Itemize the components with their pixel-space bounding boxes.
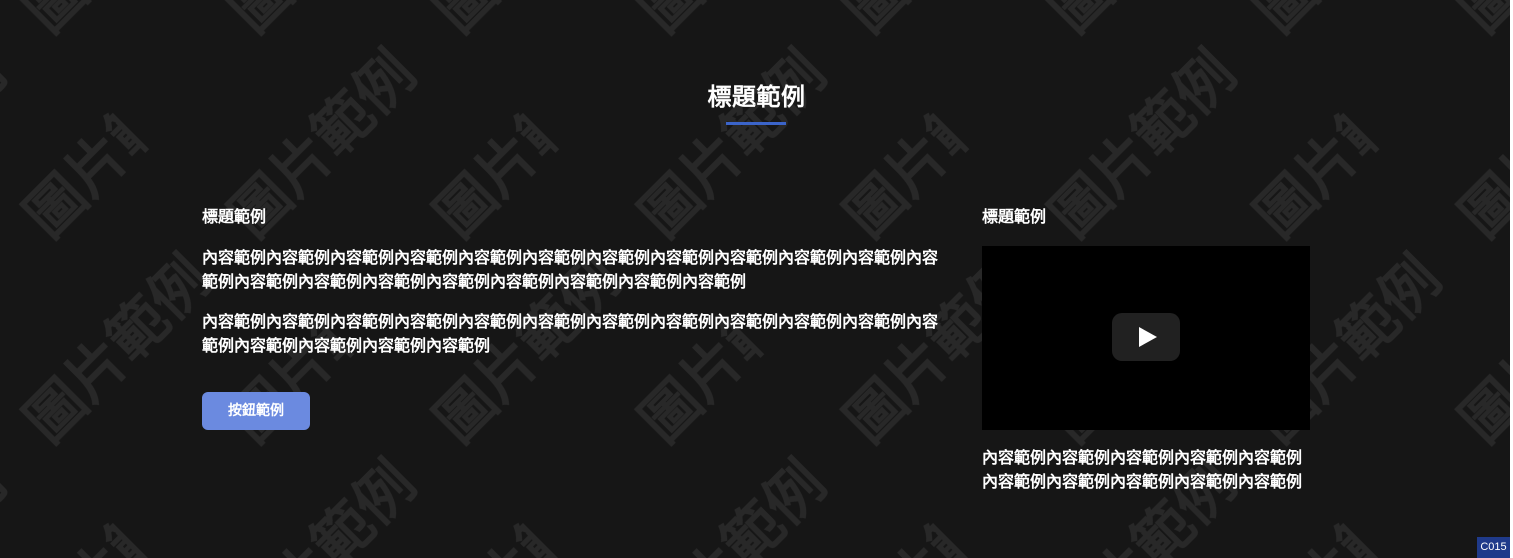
video-caption-line: 內容範例內容範例內容範例內容範例內容範例	[982, 448, 1303, 467]
play-button[interactable]	[1112, 313, 1180, 361]
page-code-badge: C015	[1477, 537, 1510, 558]
content-paragraph: 內容範例內容範例內容範例內容範例內容範例內容範例內容範例內容範例內容範例內容範例…	[202, 248, 939, 291]
video-caption: 內容範例內容範例內容範例內容範例內容範例 內容範例內容範例內容範例內容範例內容範…	[982, 446, 1312, 494]
section-title: 標題範例	[707, 83, 806, 111]
video-player[interactable]	[982, 246, 1310, 430]
text-column: 標題範例 內容範例內容範例內容範例內容範例內容範例內容範例內容範例內容範例內容範…	[202, 206, 942, 430]
example-button[interactable]: 按鈕範例	[202, 392, 310, 430]
title-underline	[726, 122, 786, 125]
play-icon	[1139, 327, 1157, 347]
media-column-heading: 標題範例	[982, 207, 1047, 226]
content-paragraph: 內容範例內容範例內容範例內容範例內容範例內容範例內容範例內容範例內容範例內容範例…	[202, 312, 939, 355]
video-caption-line: 內容範例內容範例內容範例內容範例內容範例	[982, 472, 1303, 491]
text-column-heading: 標題範例	[202, 207, 267, 226]
media-column: 標題範例 內容範例內容範例內容範例內容範例內容範例 內容範例內容範例內容範例內容…	[982, 206, 1312, 494]
